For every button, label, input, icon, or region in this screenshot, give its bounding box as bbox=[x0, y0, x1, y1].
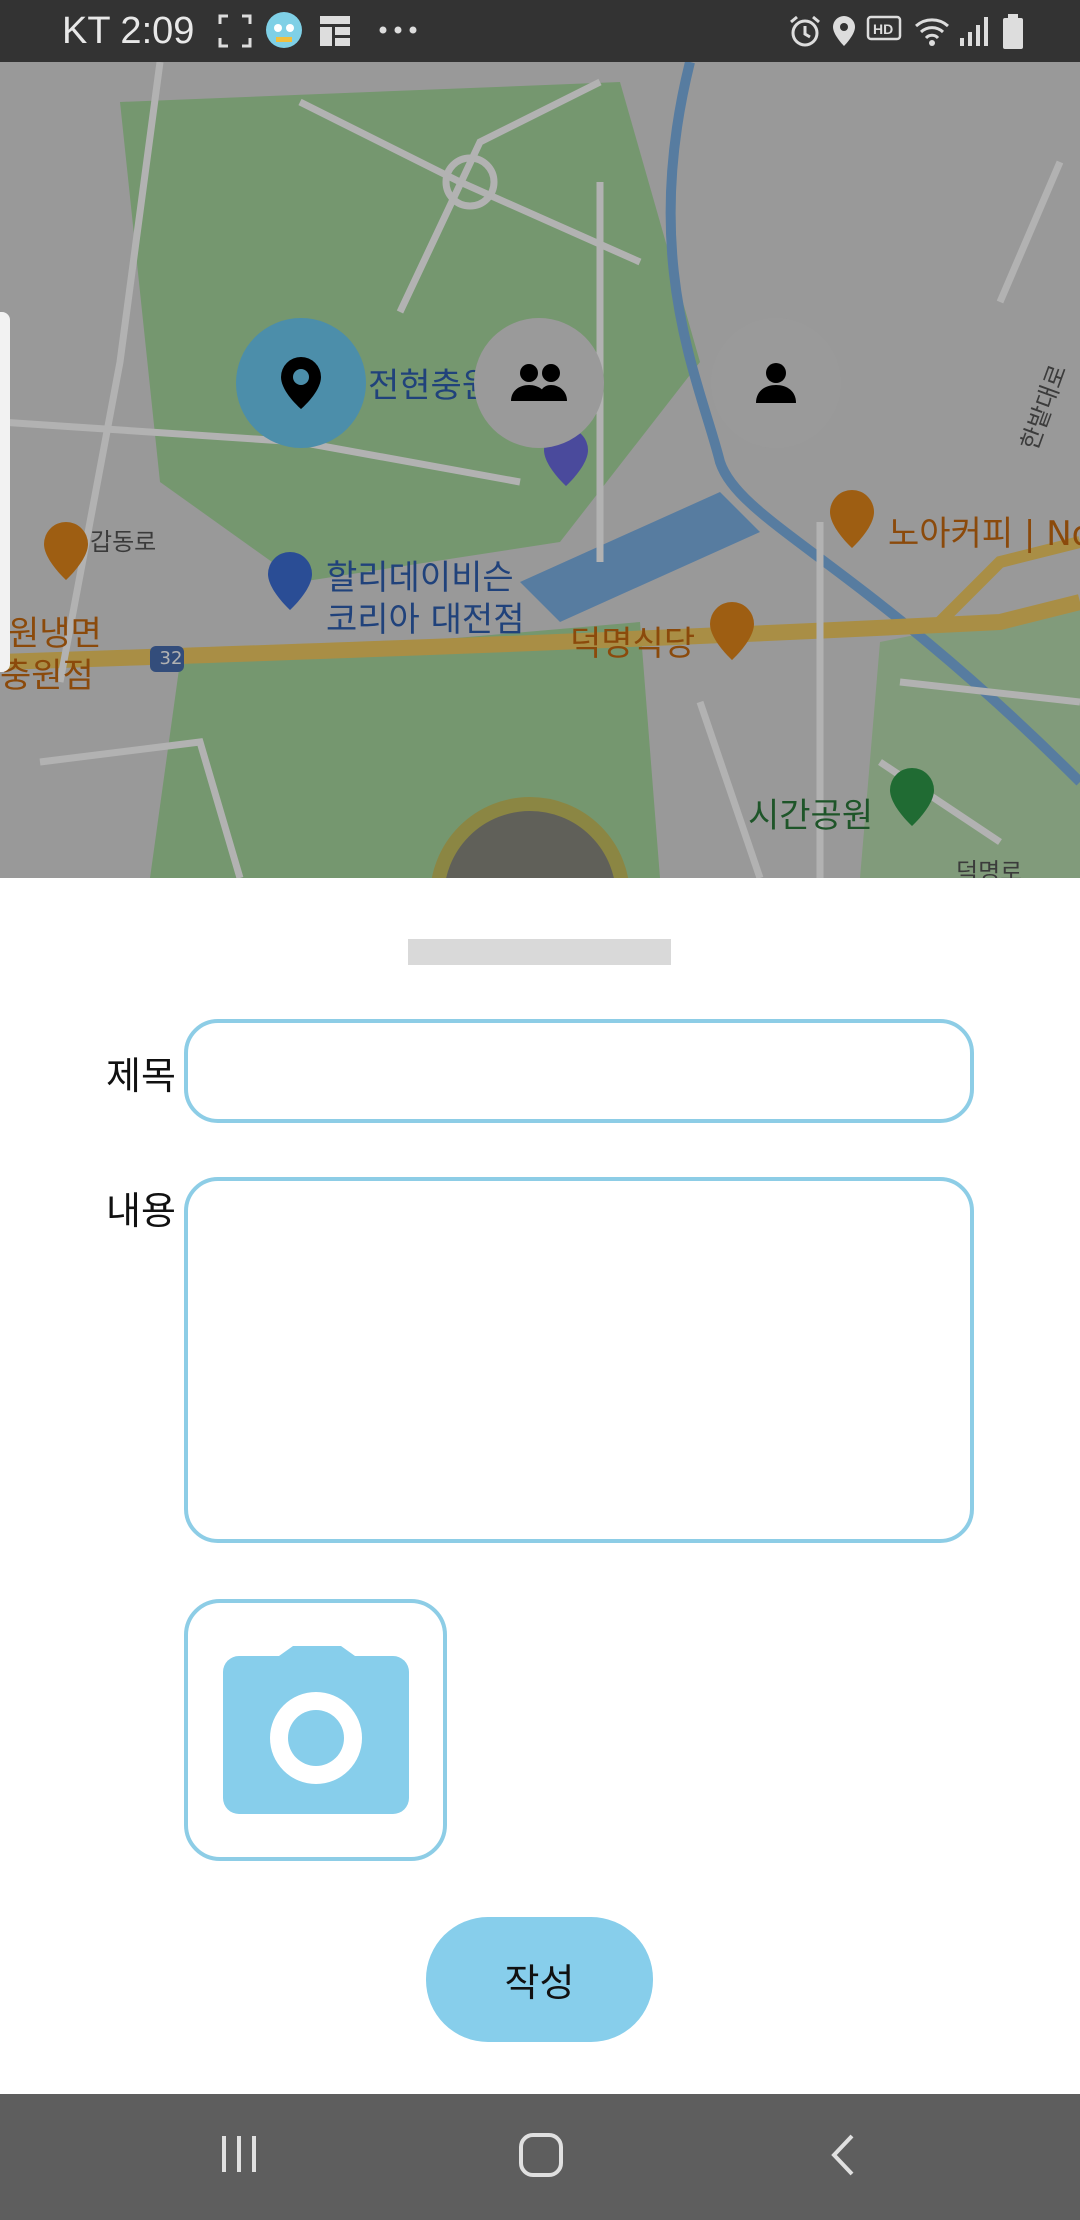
title-input[interactable] bbox=[184, 1019, 974, 1123]
alarm-icon bbox=[790, 15, 820, 47]
group-fab[interactable] bbox=[474, 318, 604, 448]
person-fab[interactable] bbox=[711, 318, 841, 448]
more-dots-icon bbox=[379, 26, 417, 34]
content-label: 내용 bbox=[106, 1189, 176, 1233]
app-avatar-icon bbox=[266, 12, 302, 48]
navigation-bar bbox=[0, 2094, 1080, 2220]
map-view[interactable]: 전현충원 갑동로 할리데이비슨 코리아 대전점 원냉면 충원점 덕명식당 노아커… bbox=[0, 62, 1080, 878]
post-form-sheet: 제목 내용 작성 bbox=[0, 878, 1080, 2094]
side-drawer-handle[interactable] bbox=[0, 312, 10, 672]
map-dim-overlay bbox=[0, 62, 1080, 878]
title-label: 제목 bbox=[106, 1054, 176, 1098]
submit-button[interactable]: 작성 bbox=[426, 1917, 653, 2042]
screenshot-icon bbox=[218, 14, 252, 48]
signal-icon bbox=[960, 17, 988, 46]
location-icon bbox=[833, 16, 855, 46]
status-bar: KT 2:09 HD bbox=[0, 0, 1080, 62]
gallery-icon bbox=[320, 16, 350, 46]
wifi-icon bbox=[915, 18, 949, 46]
hd-icon: HD bbox=[866, 15, 902, 41]
recent-apps-icon[interactable] bbox=[218, 2132, 260, 2176]
location-pin-icon bbox=[281, 357, 321, 409]
sheet-drag-handle[interactable] bbox=[408, 939, 671, 965]
group-icon bbox=[511, 364, 567, 401]
back-icon[interactable] bbox=[826, 2132, 858, 2178]
person-icon bbox=[756, 363, 796, 403]
location-fab[interactable] bbox=[236, 318, 366, 448]
svg-text:HD: HD bbox=[873, 21, 893, 37]
camera-button[interactable] bbox=[184, 1599, 447, 1861]
home-icon[interactable] bbox=[518, 2132, 564, 2178]
battery-icon bbox=[1003, 14, 1023, 49]
content-input[interactable] bbox=[184, 1177, 974, 1543]
carrier-time: KT 2:09 bbox=[62, 10, 195, 52]
camera-icon bbox=[222, 1646, 409, 1814]
